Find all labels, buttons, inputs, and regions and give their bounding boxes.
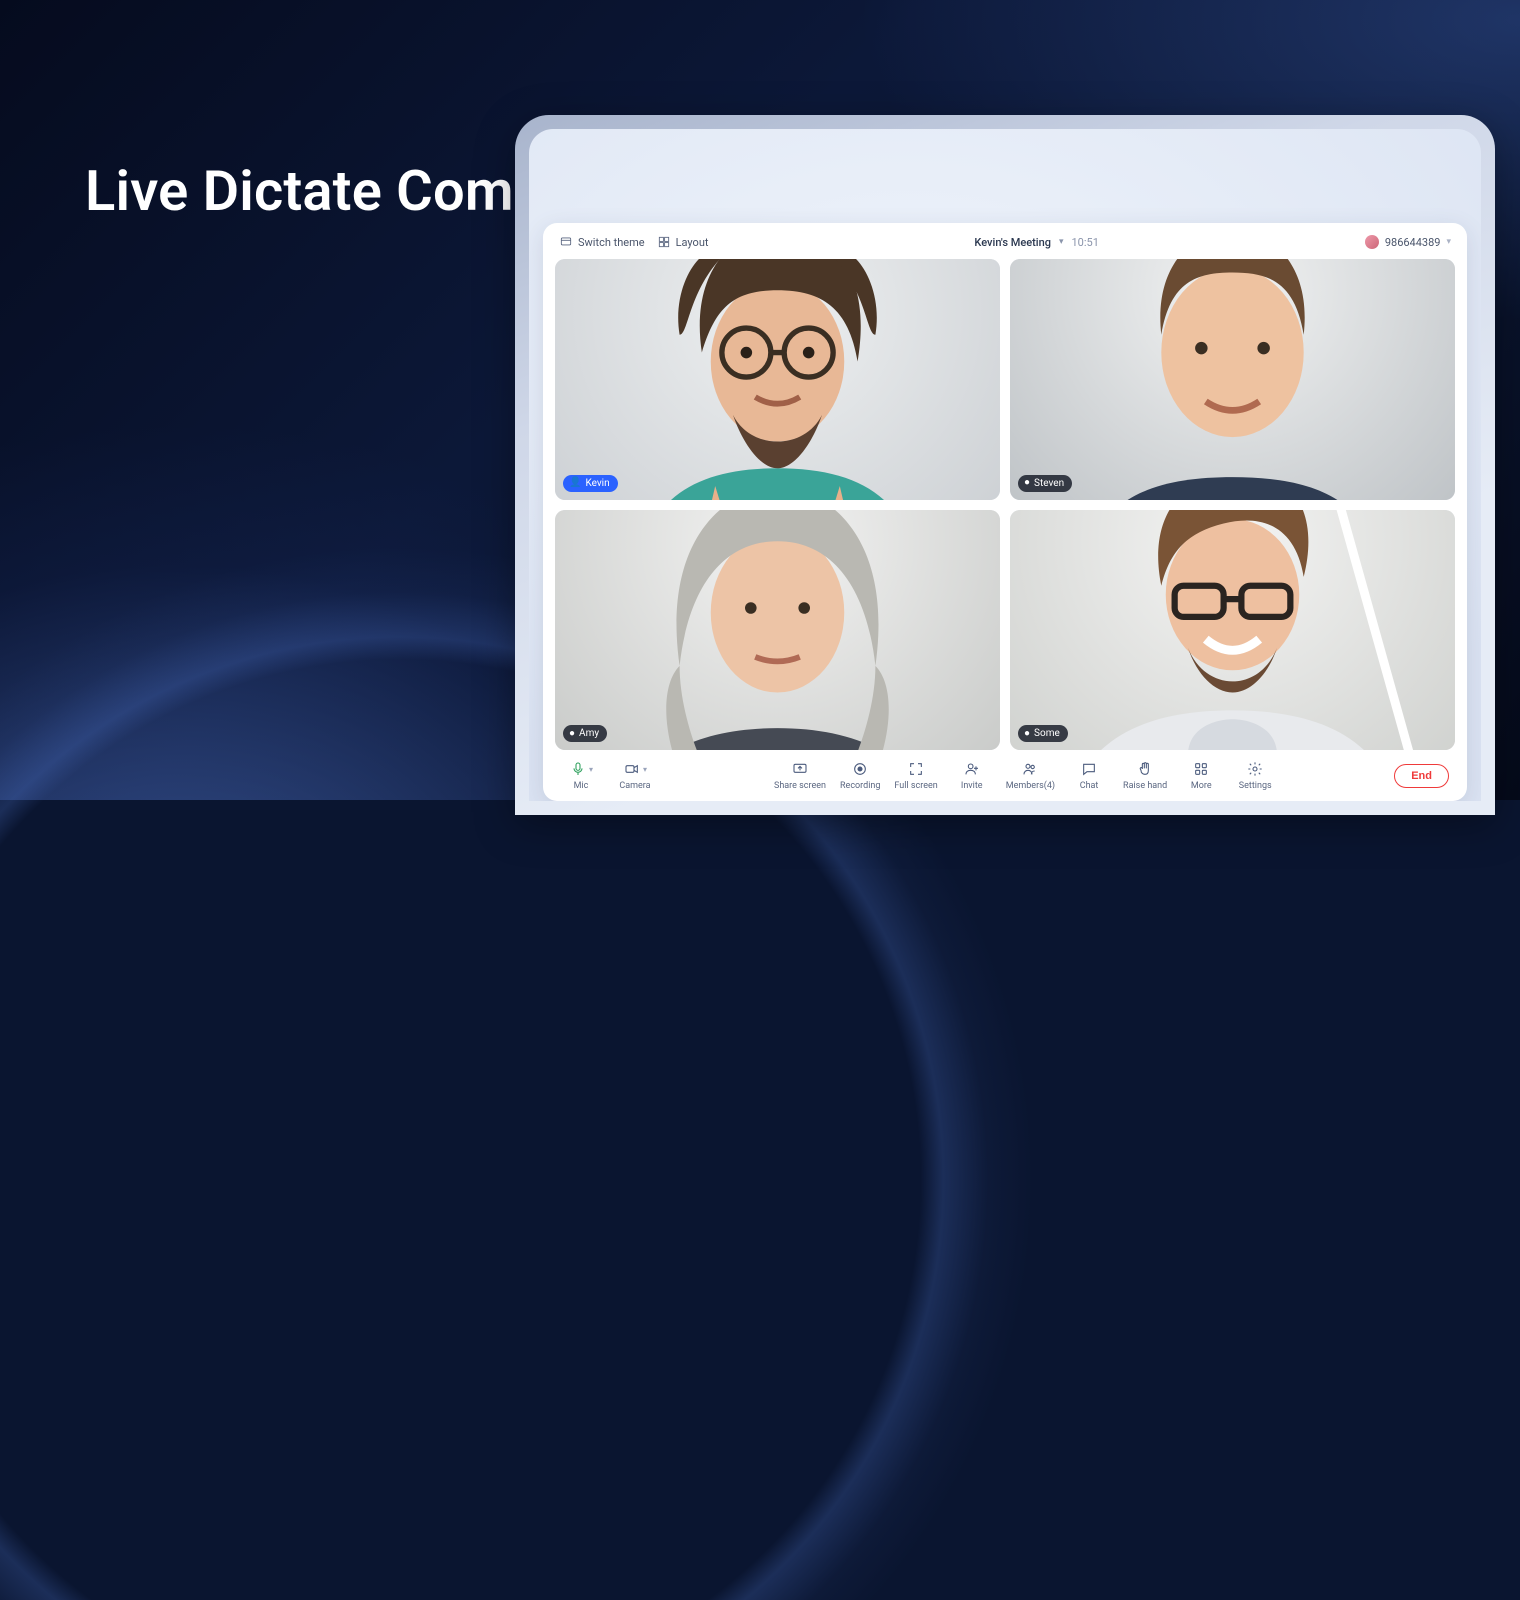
meeting-window: Switch theme Layout Kevin's Meeting ▾ 10… [543,223,1467,801]
members-button[interactable]: Members(4) [1006,760,1055,791]
fullscreen-icon [907,760,925,778]
participant-name-pill: ● Some [1018,725,1068,742]
switch-theme-label: Switch theme [578,236,645,249]
participant-video [1010,259,1455,500]
fullscreen-button[interactable]: Full screen [894,760,937,791]
switch-theme-button[interactable]: Switch theme [559,235,645,249]
chat-button[interactable]: Chat [1069,760,1109,791]
participant-video [1010,510,1455,751]
meeting-toolbar: ▾ Mic ▾ Camera Share screen R [555,750,1455,795]
more-button[interactable]: More [1181,760,1221,791]
share-icon [791,760,809,778]
raise-hand-icon [1136,760,1154,778]
settings-icon [1246,760,1264,778]
mic-button[interactable]: ▾ Mic [561,760,601,791]
more-label: More [1191,781,1212,791]
settings-label: Settings [1239,781,1272,791]
layout-icon [657,235,671,249]
recording-button[interactable]: Recording [840,760,880,791]
participant-video [555,259,1000,500]
mic-label: Mic [574,781,589,791]
chat-label: Chat [1080,781,1099,791]
fullscreen-label: Full screen [894,781,937,791]
participant-name: Kevin [585,478,609,489]
camera-label: Camera [619,781,650,791]
meeting-title: Kevin's Meeting [974,236,1051,249]
mic-icon: ● [1024,729,1030,739]
participant-grid: 👤 Kevin [555,259,1455,750]
invite-icon [963,760,981,778]
camera-button[interactable]: ▾ Camera [615,760,655,791]
participant-name-pill: ● Amy [563,725,607,742]
mic-icon [569,760,587,778]
share-label: Share screen [774,781,826,791]
meeting-topbar: Switch theme Layout Kevin's Meeting ▾ 10… [555,233,1455,259]
recording-icon [851,760,869,778]
more-icon [1192,760,1210,778]
meeting-title-area[interactable]: Kevin's Meeting ▾ 10:51 [720,236,1352,249]
user-id: 986644389 [1385,236,1441,249]
chevron-down-icon: ▾ [1446,237,1451,247]
person-icon: 👤 [569,478,581,488]
chat-icon [1080,760,1098,778]
share-screen-button[interactable]: Share screen [774,760,826,791]
raise-hand-label: Raise hand [1123,781,1167,791]
toolbar-left: ▾ Mic ▾ Camera [561,760,655,791]
participant-tile-amy[interactable]: ● Amy [555,510,1000,751]
toolbar-center: Share screen Recording Full screen Invit… [655,760,1394,791]
chevron-down-icon: ▾ [589,765,593,774]
participant-name-pill: 👤 Kevin [563,475,618,492]
participant-name: Amy [579,728,599,739]
invite-label: Invite [961,781,983,791]
participant-name-pill: ● Steven [1018,475,1072,492]
settings-button[interactable]: Settings [1235,760,1275,791]
layout-button[interactable]: Layout [657,235,709,249]
chevron-down-icon: ▾ [1059,237,1064,247]
participant-video [555,510,1000,751]
raise-hand-button[interactable]: Raise hand [1123,760,1167,791]
participant-name: Steven [1034,478,1064,489]
meeting-app: Switch theme Layout Kevin's Meeting ▾ 10… [529,129,1481,801]
recording-label: Recording [840,781,880,791]
participant-tile-kevin[interactable]: 👤 Kevin [555,259,1000,500]
meeting-timestamp: 10:51 [1071,236,1098,249]
end-button[interactable]: End [1394,764,1449,788]
layout-label: Layout [676,236,709,249]
camera-icon [623,760,641,778]
mic-icon: ● [1024,478,1030,488]
theme-icon [559,235,573,249]
members-label: Members(4) [1006,781,1055,791]
participant-tile-steven[interactable]: ● Steven [1010,259,1455,500]
invite-button[interactable]: Invite [952,760,992,791]
account-area[interactable]: 986644389 ▾ [1365,235,1451,249]
participant-name: Some [1034,728,1060,739]
mic-icon: ● [569,729,575,739]
participant-tile-4[interactable]: ● Some [1010,510,1455,751]
avatar [1365,235,1379,249]
device-frame: Switch theme Layout Kevin's Meeting ▾ 10… [515,115,1495,815]
chevron-down-icon: ▾ [643,765,647,774]
members-icon [1021,760,1039,778]
